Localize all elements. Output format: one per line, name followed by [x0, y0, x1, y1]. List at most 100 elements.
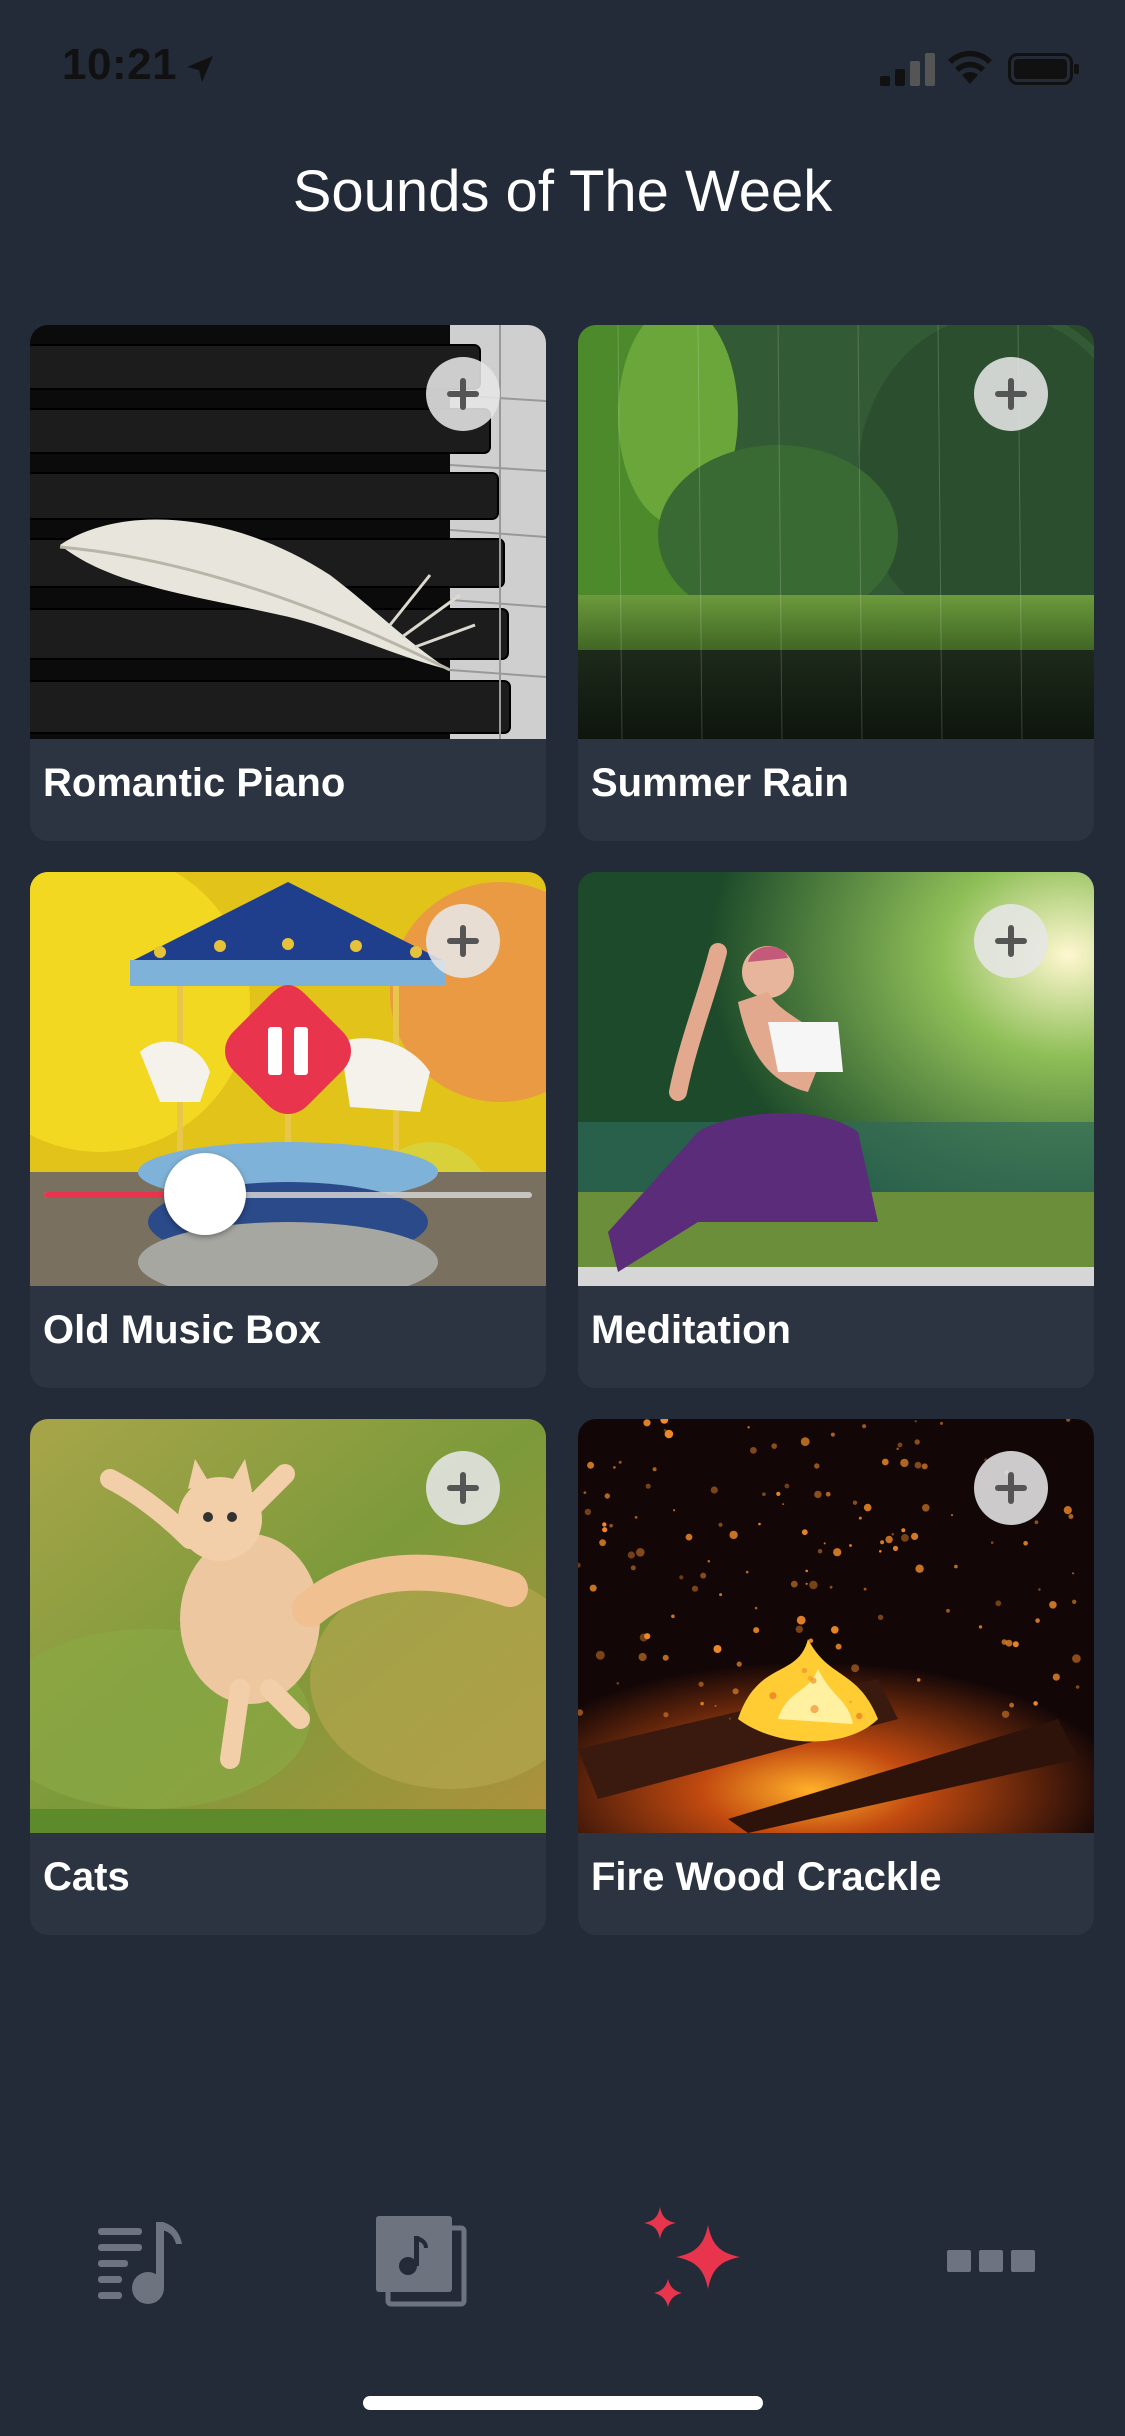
home-indicator	[363, 2396, 763, 2410]
spark	[662, 1654, 669, 1661]
spark	[707, 1559, 711, 1563]
spark	[946, 1608, 950, 1613]
spark	[673, 1509, 676, 1512]
spark	[814, 1490, 822, 1499]
spark	[1005, 1639, 1013, 1647]
spark	[671, 1614, 675, 1619]
spark	[892, 1545, 899, 1551]
more-icon	[947, 2250, 1035, 2272]
spark	[1063, 1506, 1072, 1515]
spark	[849, 1544, 852, 1547]
spark	[729, 1530, 738, 1540]
sounds-grid: Romantic Piano Summer Rain Old Music Box…	[30, 325, 1095, 1935]
spark	[830, 1432, 835, 1437]
spark	[753, 1627, 760, 1634]
pause-button[interactable]	[218, 981, 358, 1121]
spark	[644, 1633, 651, 1640]
sound-card-old-music-box[interactable]: Old Music Box	[30, 872, 546, 1388]
spark	[728, 1717, 731, 1720]
spark	[1023, 1541, 1028, 1546]
tab-discover[interactable]	[640, 2200, 760, 2320]
spark	[801, 1667, 807, 1674]
add-to-mix-button[interactable]	[426, 357, 500, 431]
sparkles-icon	[644, 2207, 740, 2307]
spark	[613, 1466, 616, 1469]
spark	[915, 1564, 924, 1573]
tab-more[interactable]	[925, 2200, 1045, 2320]
spark	[1049, 1601, 1057, 1609]
spark	[1075, 1685, 1080, 1689]
spark	[587, 1461, 595, 1469]
spark	[618, 1460, 622, 1464]
spark	[1034, 1520, 1039, 1525]
spark	[652, 1467, 657, 1472]
spark	[736, 1661, 742, 1667]
spark	[880, 1540, 885, 1545]
spark	[810, 1705, 819, 1714]
sound-card-cats[interactable]: Cats	[30, 1419, 546, 1935]
tab-playlist[interactable]	[80, 2200, 200, 2320]
spark	[863, 1587, 867, 1591]
spark	[599, 1539, 606, 1547]
spark	[718, 1522, 723, 1527]
spark	[851, 1664, 860, 1673]
spark	[700, 1701, 704, 1706]
spark	[719, 1593, 723, 1597]
spark	[863, 1503, 872, 1512]
spark	[609, 1523, 613, 1528]
playback-progress-bar[interactable]	[44, 1192, 532, 1198]
progress-knob[interactable]	[164, 1153, 247, 1235]
spark	[1001, 1710, 1010, 1718]
spark	[1012, 1641, 1019, 1648]
spark	[745, 1570, 749, 1574]
spark	[732, 1688, 739, 1695]
sound-title: Cats	[43, 1855, 130, 1899]
spark	[630, 1565, 636, 1571]
sound-card-romantic-piano[interactable]: Romantic Piano	[30, 325, 546, 841]
add-to-mix-button[interactable]	[974, 904, 1048, 978]
spark	[879, 1550, 882, 1553]
sound-card-summer-rain[interactable]: Summer Rain	[578, 325, 1094, 841]
sound-title: Fire Wood Crackle	[591, 1855, 942, 1899]
spark	[916, 1678, 921, 1682]
add-to-mix-button[interactable]	[426, 1451, 500, 1525]
spark	[769, 1692, 777, 1700]
spark	[901, 1528, 906, 1533]
tab-library[interactable]	[360, 2200, 480, 2320]
spark	[634, 1516, 638, 1519]
spark	[1035, 1618, 1040, 1623]
spark	[914, 1420, 917, 1423]
spark	[805, 1582, 808, 1585]
spark	[1052, 1673, 1060, 1681]
spark	[801, 1529, 808, 1536]
pause-icon	[225, 985, 351, 1114]
sound-card-fire-wood-crackle[interactable]: Fire Wood Crackle	[578, 1419, 1094, 1935]
spark	[800, 1437, 810, 1446]
spark	[685, 1533, 693, 1541]
spark	[881, 1458, 889, 1466]
spark	[643, 1419, 651, 1427]
page-title: Sounds of The Week	[292, 159, 833, 224]
spark	[990, 1541, 994, 1544]
spark	[1072, 1572, 1075, 1575]
spark	[911, 1532, 919, 1540]
spark	[758, 1522, 761, 1526]
add-to-mix-button[interactable]	[426, 904, 500, 978]
add-to-mix-button[interactable]	[974, 1451, 1048, 1525]
spark	[885, 1535, 893, 1544]
spark	[710, 1486, 718, 1494]
sound-card-meditation[interactable]: Meditation	[578, 872, 1094, 1388]
spark	[897, 1442, 903, 1448]
spark	[950, 1513, 954, 1517]
spark	[754, 1606, 758, 1610]
status-time: 10:21	[62, 40, 178, 89]
spark	[808, 1638, 814, 1643]
spark	[921, 1463, 928, 1470]
spark	[700, 1572, 707, 1579]
spark	[954, 1564, 958, 1569]
spark	[616, 1682, 620, 1685]
add-to-mix-button[interactable]	[974, 357, 1048, 431]
plus-icon	[447, 1472, 479, 1504]
spark	[714, 1704, 717, 1707]
spark	[849, 1700, 852, 1704]
